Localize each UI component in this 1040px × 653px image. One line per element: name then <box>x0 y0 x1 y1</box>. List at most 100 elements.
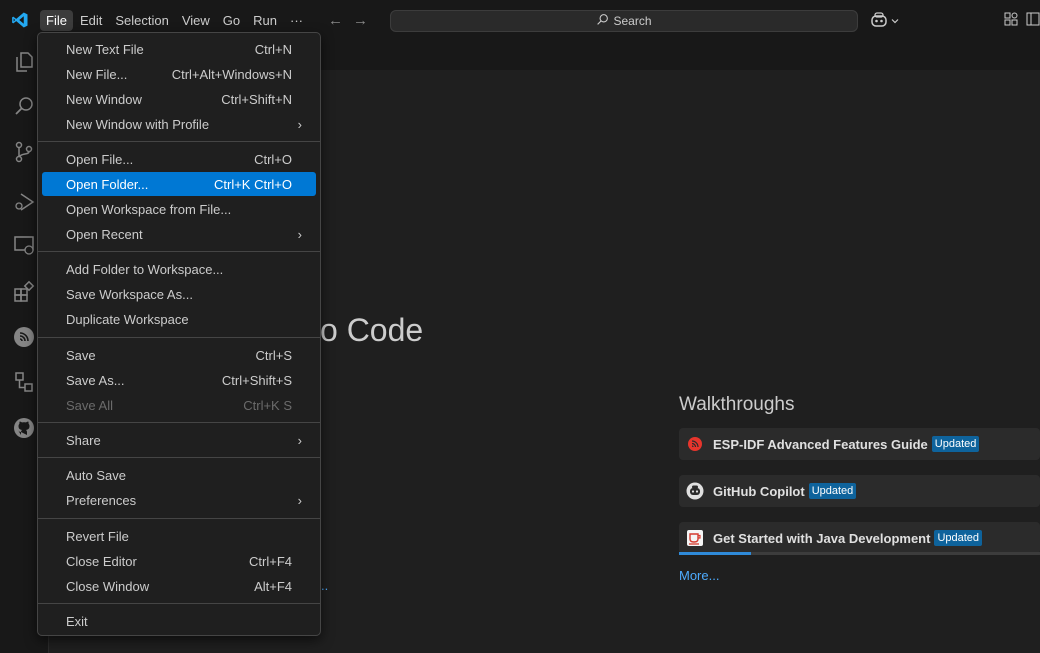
walkthrough-github-copilot[interactable]: GitHub Copilot Updated <box>679 475 1040 507</box>
walkthrough-esp-idf[interactable]: ESP-IDF Advanced Features Guide Updated <box>679 428 1040 460</box>
menu-item-label: Close Window <box>66 578 150 594</box>
menu-item-shortcut: Ctrl+K Ctrl+O <box>213 176 292 192</box>
updated-badge: Updated <box>934 530 983 546</box>
explorer-icon[interactable] <box>12 50 36 74</box>
file-menu-dropdown: New Text File Ctrl+N New File... Ctrl+Al… <box>37 32 321 636</box>
menu-go[interactable]: Go <box>217 10 246 31</box>
customize-layout-icon[interactable] <box>1004 12 1018 29</box>
menu-item-label: New Text File <box>66 41 144 57</box>
menu-item-duplicate-workspace[interactable]: Duplicate Workspace <box>42 307 316 331</box>
command-center-search[interactable]: Search <box>390 10 858 32</box>
search-label: Search <box>613 14 652 28</box>
run-debug-icon[interactable] <box>12 190 36 214</box>
walkthrough-label: GitHub Copilot <box>713 483 805 499</box>
menu-item-shortcut: Ctrl+O <box>254 151 292 167</box>
menu-item-label: Share <box>66 432 101 448</box>
menu-item-label: New Window <box>66 91 142 107</box>
chevron-right-icon: › <box>297 432 302 448</box>
menu-separator <box>38 457 320 458</box>
menu-run[interactable]: Run <box>247 10 283 31</box>
device-tree-icon[interactable] <box>12 370 36 394</box>
menu-item-close-editor[interactable]: Close Editor Ctrl+F4 <box>42 549 316 573</box>
menu-item-label: New File... <box>66 66 128 82</box>
menu-item-label: Preferences <box>66 492 137 508</box>
menu-item-auto-save[interactable]: Auto Save <box>42 463 316 487</box>
menu-separator <box>38 422 320 423</box>
menu-separator <box>38 251 320 252</box>
menu-item-shortcut: Ctrl+Alt+Windows+N <box>171 66 292 82</box>
layout-controls <box>1004 12 1040 29</box>
menu-item-label: Add Folder to Workspace... <box>66 261 224 277</box>
menu-item-exit[interactable]: Exit <box>42 609 316 633</box>
menu-item-open-workspace-from-file[interactable]: Open Workspace from File... <box>42 197 316 221</box>
menu-item-new-file[interactable]: New File... Ctrl+Alt+Windows+N <box>42 62 316 86</box>
updated-badge: Updated <box>931 436 980 452</box>
back-arrow-icon[interactable]: ← <box>328 12 343 29</box>
extensions-icon[interactable] <box>12 280 36 304</box>
menu-view[interactable]: View <box>176 10 216 31</box>
menu-item-shortcut: Ctrl+F4 <box>249 553 292 569</box>
menu-item-revert-file[interactable]: Revert File <box>42 524 316 548</box>
copilot-button[interactable] <box>870 12 900 31</box>
menu-item-label: Auto Save <box>66 467 126 483</box>
walkthrough-label: ESP-IDF Advanced Features Guide <box>713 436 928 452</box>
chevron-right-icon: › <box>297 226 302 242</box>
menu-item-label: Open File... <box>66 151 134 167</box>
walkthroughs-heading: Walkthroughs <box>679 394 795 415</box>
menu-item-label: New Window with Profile <box>66 116 210 132</box>
menu-item-open-recent[interactable]: Open Recent › <box>42 222 316 246</box>
menu-item-shortcut: Ctrl+S <box>255 347 292 363</box>
menu-item-save-workspace-as[interactable]: Save Workspace As... <box>42 282 316 306</box>
menu-more[interactable]: ··· <box>284 10 309 31</box>
nav-arrows: ← → <box>328 12 368 29</box>
toggle-sidebar-icon[interactable] <box>1026 12 1040 29</box>
forward-arrow-icon[interactable]: → <box>353 12 368 29</box>
menu-file[interactable]: File <box>40 9 73 31</box>
menu-item-new-text-file[interactable]: New Text File Ctrl+N <box>42 37 316 61</box>
remote-explorer-icon[interactable] <box>12 233 36 257</box>
menu-item-label: Save Workspace As... <box>66 286 193 302</box>
menu-item-open-folder[interactable]: Open Folder... Ctrl+K Ctrl+O <box>42 172 316 196</box>
esp-idf-explorer-icon[interactable] <box>12 325 36 349</box>
menu-item-shortcut: Ctrl+Shift+S <box>221 372 292 388</box>
menu-item-label: Open Workspace from File... <box>66 201 232 217</box>
search-icon <box>596 13 609 29</box>
menu-selection[interactable]: Selection <box>109 10 174 31</box>
menu-item-label: Save <box>66 347 96 363</box>
menu-item-shortcut: Ctrl+N <box>254 41 292 57</box>
menu-item-label: Duplicate Workspace <box>66 311 189 327</box>
menu-item-save-all: Save All Ctrl+K S <box>42 393 316 417</box>
menu-edit[interactable]: Edit <box>74 10 108 31</box>
walkthrough-java[interactable]: Get Started with Java Development Update… <box>679 522 1040 554</box>
source-control-icon[interactable] <box>12 140 36 164</box>
search-view-icon[interactable] <box>12 94 36 118</box>
java-walkthrough-progress <box>679 552 1040 555</box>
menu-item-new-window-with-profile[interactable]: New Window with Profile › <box>42 112 316 136</box>
menu-separator <box>38 603 320 604</box>
more-walkthroughs-link[interactable]: More... <box>679 568 719 583</box>
menu-item-open-file[interactable]: Open File... Ctrl+O <box>42 147 316 171</box>
menu-item-shortcut: Ctrl+Shift+N <box>221 91 292 107</box>
github-icon[interactable] <box>12 416 36 440</box>
menu-item-share[interactable]: Share › <box>42 428 316 452</box>
menu-item-label: Close Editor <box>66 553 137 569</box>
copilot-icon <box>870 12 888 31</box>
menu-item-new-window[interactable]: New Window Ctrl+Shift+N <box>42 87 316 111</box>
truncated-link[interactable]: .. <box>321 578 328 593</box>
menu-item-label: Revert File <box>66 528 129 544</box>
walkthrough-label: Get Started with Java Development <box>713 530 931 546</box>
menu-item-shortcut: Alt+F4 <box>254 578 292 594</box>
menu-item-label: Exit <box>66 613 88 629</box>
menu-item-save[interactable]: Save Ctrl+S <box>42 343 316 367</box>
menu-item-label: Save All <box>66 397 113 413</box>
copilot-icon <box>685 481 705 501</box>
menu-item-save-as[interactable]: Save As... Ctrl+Shift+S <box>42 368 316 392</box>
menu-item-label: Open Recent <box>66 226 143 242</box>
java-icon <box>685 528 705 548</box>
menu-item-label: Open Folder... <box>66 176 149 192</box>
menu-item-add-folder-to-workspace[interactable]: Add Folder to Workspace... <box>42 257 316 281</box>
menu-item-close-window[interactable]: Close Window Alt+F4 <box>42 574 316 598</box>
menu-separator <box>38 518 320 519</box>
menu-item-preferences[interactable]: Preferences › <box>42 488 316 512</box>
welcome-title: o Code <box>320 312 424 348</box>
